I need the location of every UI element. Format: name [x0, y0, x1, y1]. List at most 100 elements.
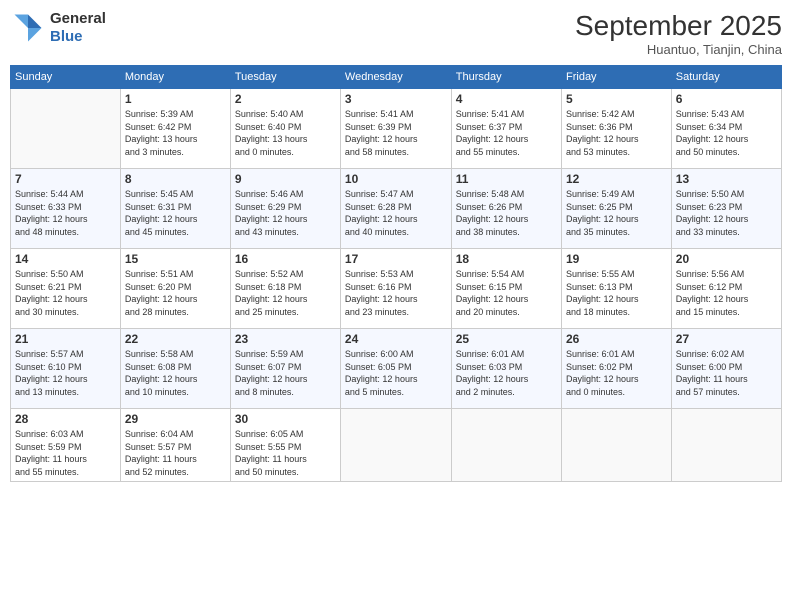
day-info: Sunrise: 5:41 AM Sunset: 6:37 PM Dayligh…	[456, 108, 557, 158]
table-row: 17 Sunrise: 5:53 AM Sunset: 6:16 PM Dayli…	[340, 249, 451, 329]
day-info: Sunrise: 5:46 AM Sunset: 6:29 PM Dayligh…	[235, 188, 336, 238]
day-info: Sunrise: 5:52 AM Sunset: 6:18 PM Dayligh…	[235, 268, 336, 318]
table-row: 24 Sunrise: 6:00 AM Sunset: 6:05 PM Dayli…	[340, 329, 451, 409]
month-title: September 2025	[575, 10, 782, 42]
table-row: 9 Sunrise: 5:46 AM Sunset: 6:29 PM Daylig…	[230, 169, 340, 249]
location: Huantuo, Tianjin, China	[575, 42, 782, 57]
table-row: 6 Sunrise: 5:43 AM Sunset: 6:34 PM Daylig…	[671, 89, 781, 169]
day-info: Sunrise: 5:49 AM Sunset: 6:25 PM Dayligh…	[566, 188, 667, 238]
table-row	[671, 409, 781, 482]
logo-general-text: General	[50, 10, 106, 28]
table-row: 16 Sunrise: 5:52 AM Sunset: 6:18 PM Dayli…	[230, 249, 340, 329]
day-info: Sunrise: 5:48 AM Sunset: 6:26 PM Dayligh…	[456, 188, 557, 238]
calendar-week-row: 21 Sunrise: 5:57 AM Sunset: 6:10 PM Dayli…	[11, 329, 782, 409]
day-info: Sunrise: 5:59 AM Sunset: 6:07 PM Dayligh…	[235, 348, 336, 398]
day-number: 6	[676, 92, 777, 106]
table-row: 22Sunrise: 5:58 AM Sunset: 6:08 PM Dayli…	[120, 329, 230, 409]
table-row: 7 Sunrise: 5:44 AM Sunset: 6:33 PM Daylig…	[11, 169, 121, 249]
table-row: 15Sunrise: 5:51 AM Sunset: 6:20 PM Dayli…	[120, 249, 230, 329]
day-info: Sunrise: 5:50 AM Sunset: 6:21 PM Dayligh…	[15, 268, 116, 318]
day-number: 12	[566, 172, 667, 186]
table-row: 1Sunrise: 5:39 AM Sunset: 6:42 PM Daylig…	[120, 89, 230, 169]
table-row: 29 Sunrise: 6:04 AM Sunset: 5:57 PM Dayli…	[120, 409, 230, 482]
day-info: Sunrise: 5:43 AM Sunset: 6:34 PM Dayligh…	[676, 108, 777, 158]
day-number: 14	[15, 252, 116, 266]
day-number: 11	[456, 172, 557, 186]
title-block: September 2025 Huantuo, Tianjin, China	[575, 10, 782, 57]
day-number: 18	[456, 252, 557, 266]
day-number: 17	[345, 252, 447, 266]
day-number: 16	[235, 252, 336, 266]
day-info: Sunrise: 5:53 AM Sunset: 6:16 PM Dayligh…	[345, 268, 447, 318]
calendar-week-row: 14 Sunrise: 5:50 AM Sunset: 6:21 PM Dayli…	[11, 249, 782, 329]
day-number: 7	[15, 172, 116, 186]
logo-icon	[10, 10, 46, 46]
day-info: Sunrise: 6:00 AM Sunset: 6:05 PM Dayligh…	[345, 348, 447, 398]
day-info: Sunrise: 5:42 AM Sunset: 6:36 PM Dayligh…	[566, 108, 667, 158]
day-number: 30	[235, 412, 336, 426]
table-row: 10 Sunrise: 5:47 AM Sunset: 6:28 PM Dayli…	[340, 169, 451, 249]
day-number: 25	[456, 332, 557, 346]
table-row: 3 Sunrise: 5:41 AM Sunset: 6:39 PM Daylig…	[340, 89, 451, 169]
table-row	[451, 409, 561, 482]
day-number: 24	[345, 332, 447, 346]
table-row: 25 Sunrise: 6:01 AM Sunset: 6:03 PM Dayli…	[451, 329, 561, 409]
col-monday: Monday	[120, 66, 230, 89]
calendar-header-row: Sunday Monday Tuesday Wednesday Thursday…	[11, 66, 782, 89]
col-saturday: Saturday	[671, 66, 781, 89]
table-row: 5Sunrise: 5:42 AM Sunset: 6:36 PM Daylig…	[562, 89, 672, 169]
day-info: Sunrise: 5:40 AM Sunset: 6:40 PM Dayligh…	[235, 108, 336, 158]
table-row: 19Sunrise: 5:55 AM Sunset: 6:13 PM Dayli…	[562, 249, 672, 329]
day-number: 13	[676, 172, 777, 186]
day-info: Sunrise: 6:01 AM Sunset: 6:03 PM Dayligh…	[456, 348, 557, 398]
table-row: 8Sunrise: 5:45 AM Sunset: 6:31 PM Daylig…	[120, 169, 230, 249]
day-info: Sunrise: 5:47 AM Sunset: 6:28 PM Dayligh…	[345, 188, 447, 238]
table-row: 11 Sunrise: 5:48 AM Sunset: 6:26 PM Dayli…	[451, 169, 561, 249]
day-number: 8	[125, 172, 226, 186]
day-info: Sunrise: 5:44 AM Sunset: 6:33 PM Dayligh…	[15, 188, 116, 238]
table-row: 27Sunrise: 6:02 AM Sunset: 6:00 PM Dayli…	[671, 329, 781, 409]
col-wednesday: Wednesday	[340, 66, 451, 89]
logo-blue-text: Blue	[50, 28, 106, 46]
day-number: 1	[125, 92, 226, 106]
day-info: Sunrise: 6:05 AM Sunset: 5:55 PM Dayligh…	[235, 428, 336, 478]
day-number: 9	[235, 172, 336, 186]
table-row: 26Sunrise: 6:01 AM Sunset: 6:02 PM Dayli…	[562, 329, 672, 409]
calendar-week-row: 28Sunrise: 6:03 AM Sunset: 5:59 PM Dayli…	[11, 409, 782, 482]
table-row: 18 Sunrise: 5:54 AM Sunset: 6:15 PM Dayli…	[451, 249, 561, 329]
col-thursday: Thursday	[451, 66, 561, 89]
table-row	[562, 409, 672, 482]
calendar-week-row: 7 Sunrise: 5:44 AM Sunset: 6:33 PM Daylig…	[11, 169, 782, 249]
table-row: 23 Sunrise: 5:59 AM Sunset: 6:07 PM Dayli…	[230, 329, 340, 409]
logo: General Blue	[10, 10, 106, 46]
day-number: 3	[345, 92, 447, 106]
day-info: Sunrise: 5:50 AM Sunset: 6:23 PM Dayligh…	[676, 188, 777, 238]
table-row	[11, 89, 121, 169]
day-info: Sunrise: 5:41 AM Sunset: 6:39 PM Dayligh…	[345, 108, 447, 158]
day-info: Sunrise: 5:56 AM Sunset: 6:12 PM Dayligh…	[676, 268, 777, 318]
table-row: 2Sunrise: 5:40 AM Sunset: 6:40 PM Daylig…	[230, 89, 340, 169]
day-number: 26	[566, 332, 667, 346]
table-row: 28Sunrise: 6:03 AM Sunset: 5:59 PM Dayli…	[11, 409, 121, 482]
table-row: 21 Sunrise: 5:57 AM Sunset: 6:10 PM Dayli…	[11, 329, 121, 409]
day-number: 29	[125, 412, 226, 426]
table-row: 12 Sunrise: 5:49 AM Sunset: 6:25 PM Dayli…	[562, 169, 672, 249]
day-info: Sunrise: 6:02 AM Sunset: 6:00 PM Dayligh…	[676, 348, 777, 398]
calendar: Sunday Monday Tuesday Wednesday Thursday…	[10, 65, 782, 482]
day-number: 28	[15, 412, 116, 426]
day-info: Sunrise: 6:04 AM Sunset: 5:57 PM Dayligh…	[125, 428, 226, 478]
day-number: 21	[15, 332, 116, 346]
table-row: 4Sunrise: 5:41 AM Sunset: 6:37 PM Daylig…	[451, 89, 561, 169]
calendar-week-row: 1Sunrise: 5:39 AM Sunset: 6:42 PM Daylig…	[11, 89, 782, 169]
day-number: 22	[125, 332, 226, 346]
table-row: 30 Sunrise: 6:05 AM Sunset: 5:55 PM Dayli…	[230, 409, 340, 482]
day-info: Sunrise: 5:54 AM Sunset: 6:15 PM Dayligh…	[456, 268, 557, 318]
day-number: 19	[566, 252, 667, 266]
table-row: 20 Sunrise: 5:56 AM Sunset: 6:12 PM Dayli…	[671, 249, 781, 329]
day-number: 20	[676, 252, 777, 266]
day-number: 10	[345, 172, 447, 186]
day-info: Sunrise: 5:57 AM Sunset: 6:10 PM Dayligh…	[15, 348, 116, 398]
table-row	[340, 409, 451, 482]
day-number: 23	[235, 332, 336, 346]
col-tuesday: Tuesday	[230, 66, 340, 89]
